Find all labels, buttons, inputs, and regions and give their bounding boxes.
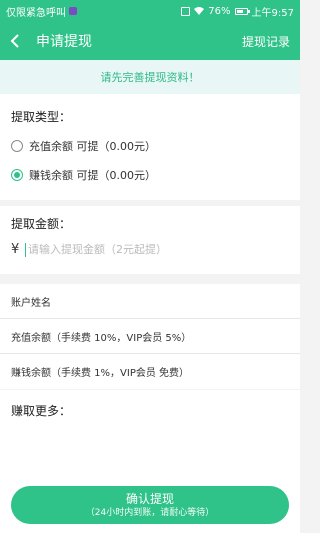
status-bar: 仅限紧急呼叫 76% 上午9:57 <box>0 0 300 22</box>
app-notification-icon <box>69 7 77 15</box>
info-list: 账户姓名 充值余额（手续费 10%，VIP会员 5%） 赚钱余额（手续费 1%，… <box>0 284 300 389</box>
back-button[interactable] <box>0 22 30 60</box>
app-bar: 申请提现 提现记录 <box>0 22 300 60</box>
currency-symbol: ¥ <box>11 242 20 257</box>
earn-more-title: 赚取更多： <box>11 404 72 418</box>
battery-percent: 76% <box>208 5 231 17</box>
vibrate-icon <box>181 6 191 16</box>
confirm-sublabel: （24小时内到账，请耐心等待） <box>85 507 215 518</box>
option-recharge-balance[interactable]: 充值余额 可提（0.00元） <box>11 138 156 154</box>
clock: 上午9:57 <box>251 7 294 19</box>
withdraw-history-link[interactable]: 提现记录 <box>242 33 290 50</box>
amount-row: ¥ <box>11 242 248 257</box>
option-earning-balance[interactable]: 赚钱余额 可提（0.00元） <box>11 167 156 183</box>
withdraw-type-title: 提取类型： <box>11 110 72 124</box>
recharge-fee-item: 充值余额（手续费 10%，VIP会员 5%） <box>0 319 300 354</box>
withdraw-amount-title: 提取金额： <box>11 217 72 231</box>
complete-info-notice[interactable]: 请先完善提现资料！ <box>0 60 300 94</box>
wifi-icon <box>194 7 205 15</box>
option-label: 充值余额 可提（0.00元） <box>29 140 156 153</box>
confirm-label: 确认提现 <box>125 491 174 506</box>
withdraw-amount-card: 提取金额： ¥ <box>0 206 300 274</box>
account-name-item[interactable]: 账户姓名 <box>0 284 300 319</box>
earning-fee-item: 赚钱余额（手续费 1%，VIP会员 免费） <box>11 368 190 379</box>
page-title: 申请提现 <box>36 34 92 50</box>
text-cursor <box>25 242 26 257</box>
battery-level <box>236 9 244 13</box>
back-arrow-icon <box>10 34 19 48</box>
withdraw-type-card: 提取类型： 充值余额 可提（0.00元） 赚钱余额 可提（0.00元） <box>0 94 300 200</box>
amount-input[interactable] <box>28 243 248 256</box>
radio-recharge-balance[interactable] <box>11 140 23 152</box>
confirm-withdraw-button[interactable]: 确认提现 （24小时内到账，请耐心等待） <box>11 486 289 524</box>
radio-earning-balance[interactable] <box>11 169 23 181</box>
battery-icon <box>234 7 250 15</box>
option-label: 赚钱余额 可提（0.00元） <box>29 169 156 182</box>
carrier-text: 仅限紧急呼叫 <box>6 7 66 19</box>
